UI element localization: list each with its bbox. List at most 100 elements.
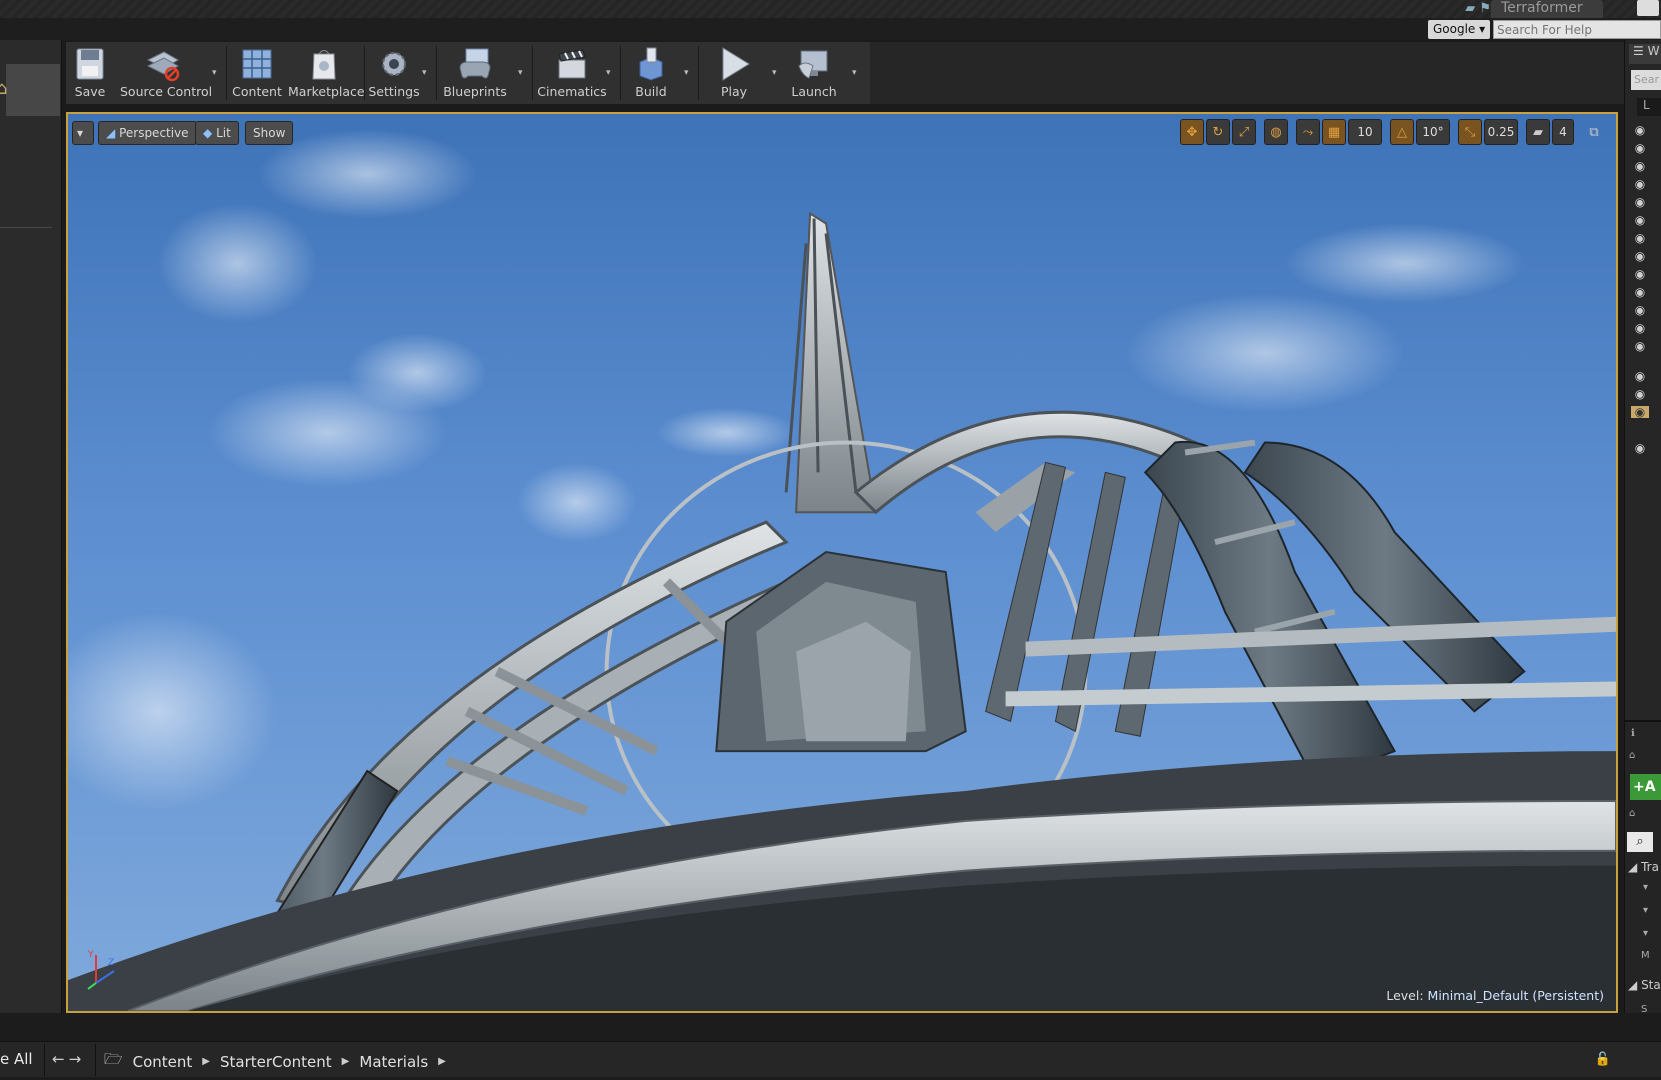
build-button[interactable]: Build <box>626 42 676 104</box>
perspective-label: Perspective <box>119 126 189 140</box>
maximize-viewport-icon[interactable]: ⧉ <box>1582 119 1606 145</box>
lit-button[interactable]: ◆ Lit <box>195 121 239 145</box>
visibility-eye-icon[interactable]: ◉ <box>1631 214 1649 226</box>
visibility-eye-icon[interactable]: ◉ <box>1631 196 1649 208</box>
visibility-eye-icon[interactable]: ◉ <box>1631 442 1649 454</box>
add-component-button[interactable]: +A <box>1630 774 1661 800</box>
cinematics-dropdown-icon[interactable]: ▾ <box>606 68 616 78</box>
rotation-snap-value[interactable]: 10° <box>1416 119 1450 145</box>
settings-button[interactable]: Settings <box>368 42 420 104</box>
rotate-icon[interactable]: ↻ <box>1206 119 1230 145</box>
triangle-down-icon: ◢ <box>1628 978 1638 992</box>
visibility-eye-icon[interactable]: ◉ <box>1631 388 1649 400</box>
marketplace-label: Marketplace <box>288 84 365 99</box>
outliner-tab[interactable]: ☰ W <box>1629 44 1661 64</box>
play-dropdown-icon[interactable]: ▾ <box>772 68 782 78</box>
visibility-eye-icon[interactable]: ◉ <box>1631 124 1649 136</box>
breadcrumb-item-materials[interactable]: Materials <box>359 1053 428 1071</box>
visibility-eye-icon[interactable]: ◉ <box>1631 250 1649 262</box>
visibility-eye-icon-selected[interactable]: ◉ <box>1631 406 1649 418</box>
project-tab[interactable]: Terraformer <box>1491 0 1603 18</box>
gear-icon <box>382 52 406 76</box>
grid-snap-value[interactable]: 10 <box>1348 119 1382 145</box>
visibility-eye-icon[interactable]: ◉ <box>1631 286 1649 298</box>
launch-dropdown-icon[interactable]: ▾ <box>852 68 862 78</box>
scale-snap-icon[interactable]: ⤡ <box>1458 119 1482 145</box>
marketplace-button[interactable]: Marketplace <box>288 42 365 104</box>
visibility-eye-icon[interactable]: ◉ <box>1631 142 1649 154</box>
blueprints-button[interactable]: Blueprints <box>442 42 508 104</box>
visibility-eye-icon[interactable]: ◉ <box>1631 304 1649 316</box>
launch-button[interactable]: Launch <box>784 42 844 104</box>
viewport-transform-toolbar: ✥ ↻ ⤢ ◍ ⤳ ▦ 10 △ 10° ⤡ 0.25 ▰ 4 ⧉ <box>1180 119 1606 145</box>
level-indicator: Level: Minimal_Default (Persistent) <box>1386 988 1604 1003</box>
content-label: Content <box>232 84 282 99</box>
search-engine-dropdown[interactable]: Google ▾ <box>1428 20 1490 39</box>
visibility-eye-icon[interactable]: ◉ <box>1631 340 1649 352</box>
scale-snap-value[interactable]: 0.25 <box>1484 119 1518 145</box>
perspective-icon: ◢ <box>106 126 116 140</box>
show-button[interactable]: Show <box>245 121 294 145</box>
cinematics-button[interactable]: Cinematics <box>536 42 608 104</box>
grid-snap-icon[interactable]: ▦ <box>1322 119 1346 145</box>
source-control-dropdown-icon[interactable]: ▾ <box>212 68 222 78</box>
outliner-search-input[interactable]: Sear <box>1631 70 1661 90</box>
rotation-snap-icon[interactable]: △ <box>1390 119 1414 145</box>
visibility-eye-icon[interactable]: ◉ <box>1631 268 1649 280</box>
location-row-icon[interactable]: ▾ <box>1643 882 1648 893</box>
back-arrow-icon[interactable]: ← <box>52 1050 69 1068</box>
breadcrumb-item-startercontent[interactable]: StarterContent <box>220 1053 332 1071</box>
blueprints-dropdown-icon[interactable]: ▾ <box>518 68 528 78</box>
breadcrumb-arrow-icon[interactable]: ▶ <box>202 1056 210 1067</box>
blueprint-gamepad-icon <box>459 48 491 79</box>
window-corner-button[interactable] <box>1637 0 1659 16</box>
help-search-input[interactable] <box>1493 20 1661 39</box>
settings-dropdown-icon[interactable]: ▾ <box>422 68 432 78</box>
visibility-eye-icon[interactable]: ◉ <box>1631 178 1649 190</box>
outliner-tab-label: W <box>1647 44 1660 58</box>
surface-snap-icon[interactable]: ⤳ <box>1296 119 1320 145</box>
visibility-eye-icon[interactable]: ◉ <box>1631 160 1649 172</box>
visibility-eye-icon[interactable]: ◉ <box>1631 232 1649 244</box>
translate-icon[interactable]: ✥ <box>1180 119 1204 145</box>
viewport-scene[interactable] <box>68 114 1616 1011</box>
notification-icons[interactable]: ▰ ⚑ <box>1465 1 1491 16</box>
breadcrumb-arrow-icon[interactable]: ▶ <box>438 1056 446 1067</box>
content-browser-bar: e All ←→ 🗁 Content ▶ StarterContent ▶ Ma… <box>0 1013 1661 1080</box>
breadcrumb-arrow-icon[interactable]: ▶ <box>342 1056 350 1067</box>
history-nav: ←→ <box>52 1050 85 1068</box>
viewport-options-button[interactable]: ▾ <box>72 121 94 145</box>
save-button[interactable]: Save <box>68 42 112 104</box>
lock-icon[interactable]: ⌂ <box>1629 750 1635 761</box>
visibility-eye-icon[interactable]: ◉ <box>1631 322 1649 334</box>
details-icon: ℹ <box>1631 728 1635 739</box>
camera-speed-value[interactable]: 4 <box>1552 119 1574 145</box>
scale-icon[interactable]: ⤢ <box>1232 119 1256 145</box>
source-control-button[interactable]: Source Control <box>120 42 212 104</box>
build-dropdown-icon[interactable]: ▾ <box>684 68 694 78</box>
scale-row-icon[interactable]: ▾ <box>1643 928 1648 939</box>
forward-arrow-icon[interactable]: → <box>69 1050 86 1068</box>
save-all-button[interactable]: e All <box>0 1050 33 1068</box>
level-viewport[interactable]: ▾ ◢ Perspective ◆ Lit Show ✥ ↻ ⤢ ◍ ⤳ ▦ 1… <box>66 112 1618 1013</box>
content-button[interactable]: Content <box>232 42 282 104</box>
camera-speed-icon[interactable]: ▰ <box>1526 119 1550 145</box>
toolbar-separator <box>364 46 365 100</box>
perspective-button[interactable]: ◢ Perspective <box>98 121 197 145</box>
search-icon[interactable]: ⌕ <box>1627 832 1653 852</box>
static-mesh-section-header[interactable]: ◢ Sta <box>1628 978 1661 992</box>
lock-icon[interactable]: 🔓 <box>1595 1052 1611 1067</box>
outliner-column-header[interactable]: L <box>1637 98 1661 116</box>
rotation-row-icon[interactable]: ▾ <box>1643 905 1648 916</box>
svg-text:Z: Z <box>108 958 114 968</box>
play-icon <box>722 47 750 81</box>
level-name: Minimal_Default (Persistent) <box>1427 988 1604 1003</box>
source-control-icon <box>146 51 180 82</box>
visibility-eye-icon[interactable]: ◉ <box>1631 370 1649 382</box>
transform-section-header[interactable]: ◢ Tra <box>1628 860 1659 874</box>
world-space-icon[interactable]: ◍ <box>1264 119 1288 145</box>
breadcrumb-item-content[interactable]: Content <box>133 1053 193 1071</box>
home-icon[interactable]: ⌂ <box>0 78 7 99</box>
left-panel-tab[interactable] <box>6 64 60 116</box>
play-button[interactable]: Play <box>704 42 764 104</box>
